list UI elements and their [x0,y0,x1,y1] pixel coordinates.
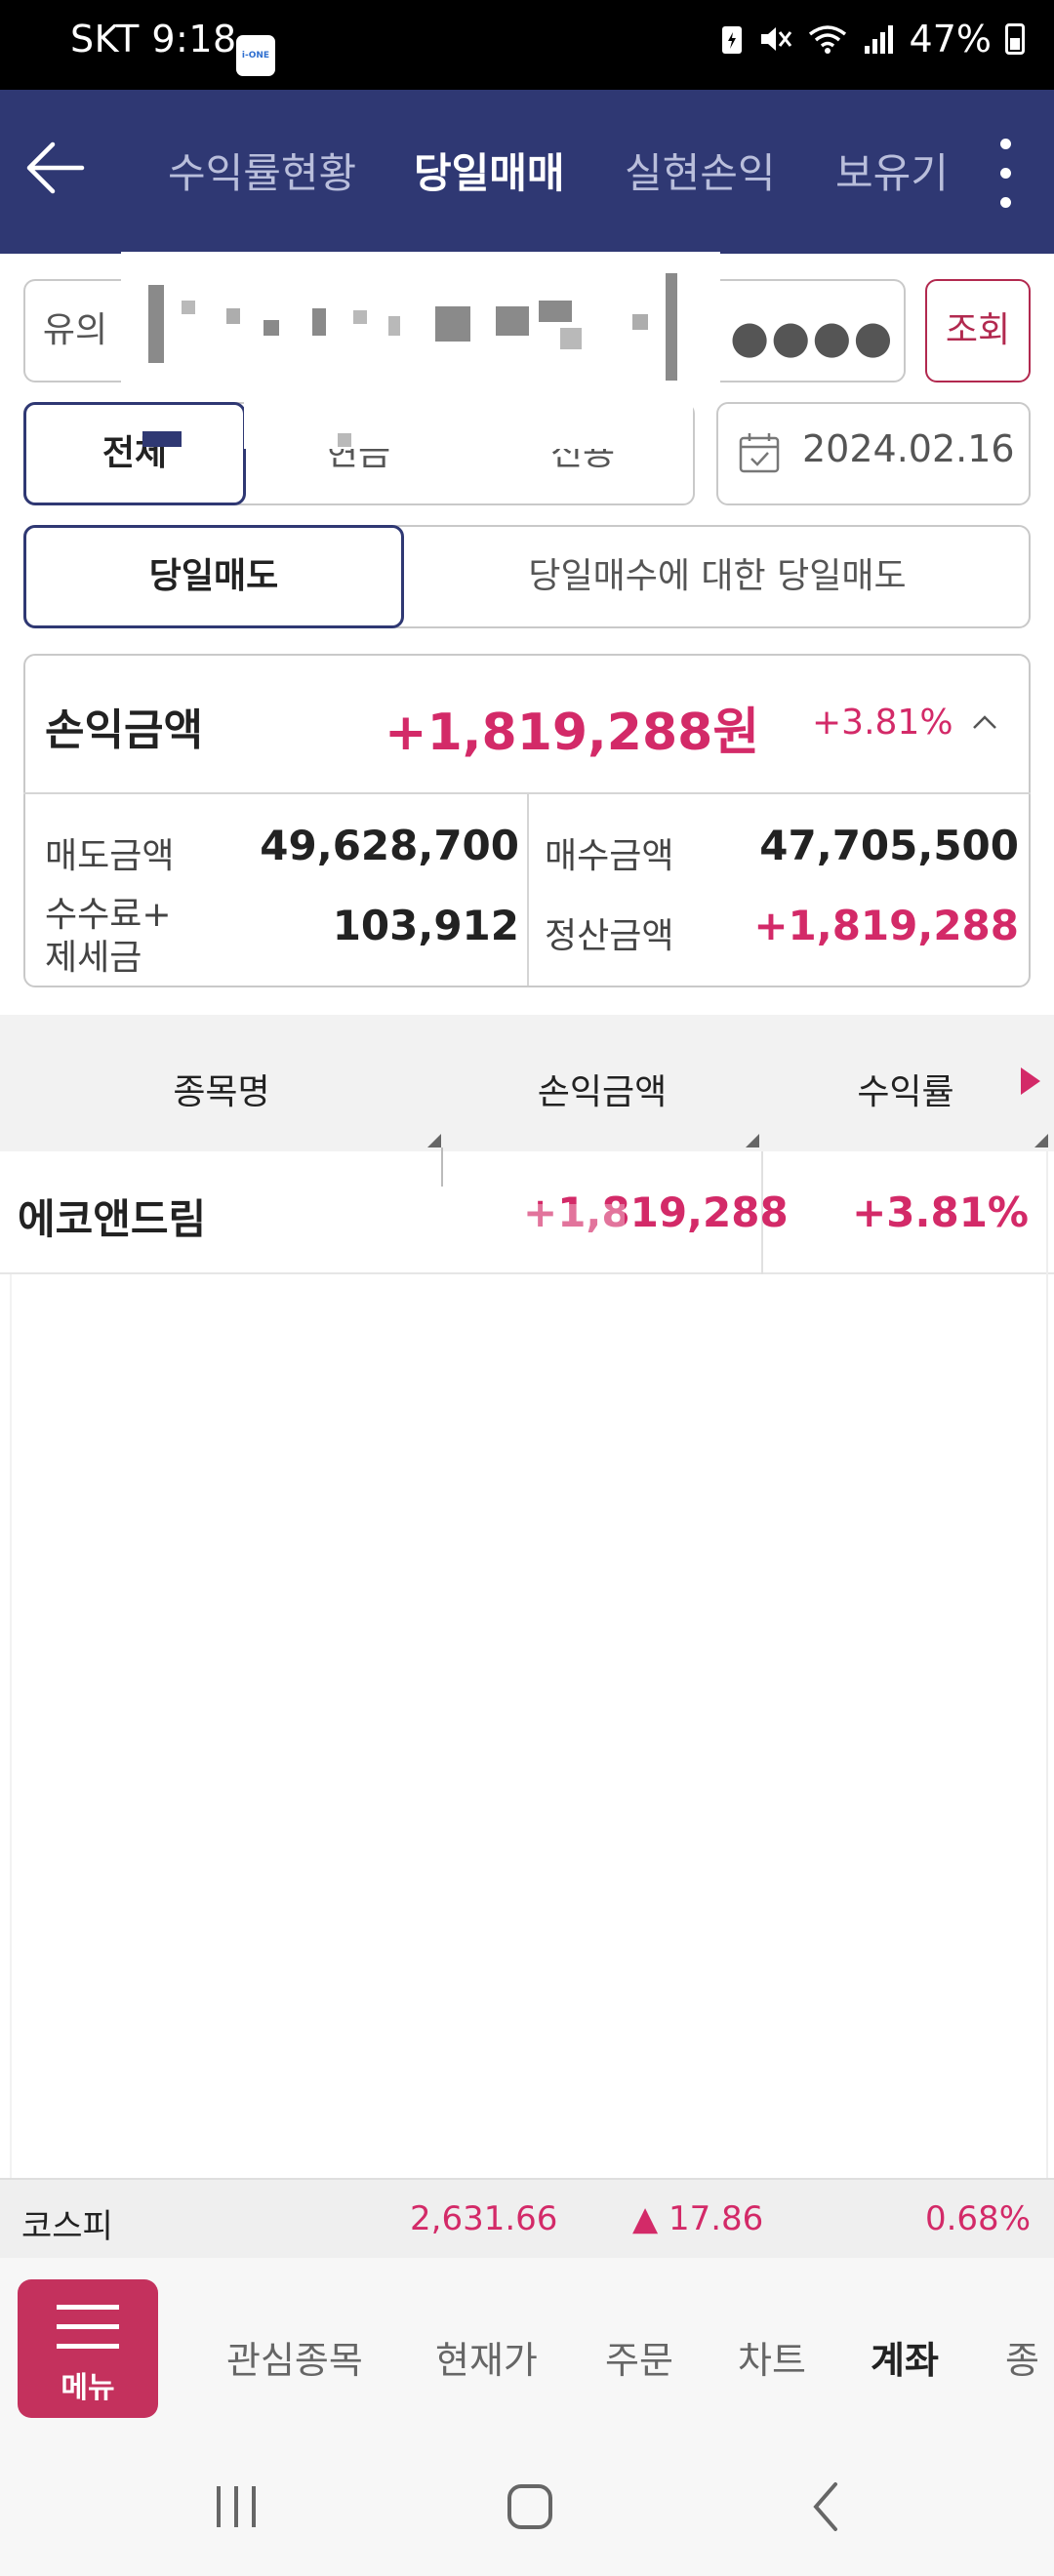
tab-realized-pl[interactable]: 실현손익 [625,141,776,200]
index-change: ▲ 17.86 [632,2199,764,2238]
date-value: 2024.02.16 [802,427,1015,470]
calendar-icon [739,433,780,473]
index-value: 2,631.66 [410,2199,558,2238]
fee-tax-label-line2: 제세금 [45,938,142,978]
resize-handle-icon[interactable] [1034,1134,1048,1147]
card-column-divider [527,794,529,986]
col-stock-name[interactable]: 종목명 [0,1064,443,1114]
settle-amount-value: +1,819,288 [753,902,1019,949]
status-icons: 47% [720,18,1025,60]
index-name: 코스피 [21,2207,113,2246]
buy-amount-value: 47,705,500 [759,822,1019,869]
back-arrow-icon[interactable] [21,129,92,207]
account-number-redacted [121,252,720,398]
col-return-rate[interactable]: 수익률 [761,1064,1050,1114]
resize-handle-icon[interactable] [746,1134,759,1147]
tab-profit-status[interactable]: 수익률현황 [168,141,356,200]
nav-current-price[interactable]: 현재가 [435,2330,538,2384]
system-nav-bar [0,2434,1054,2576]
wifi-icon [808,25,846,54]
scroll-right-icon[interactable] [1021,1067,1040,1095]
nav-account[interactable]: 계좌 [871,2330,939,2384]
status-bar: SKT 9:18 i-ONE 47% [0,0,1054,90]
settle-amount-label: 정산금액 [545,916,674,956]
nav-watchlist[interactable]: 관심종목 [226,2330,363,2384]
pl-percent: +3.81% [812,703,953,743]
sell-amount-value: 49,628,700 [260,822,519,869]
hamburger-icon [57,2305,119,2349]
pl-label: 손익금액 [45,705,203,755]
mute-icon [760,27,791,51]
battery-saver-icon [721,26,742,54]
recent-apps-icon[interactable] [211,2482,262,2531]
fee-tax-value: 103,912 [332,902,519,949]
app-header: 수익률현황 당일매매 실현손익 보유기 [0,90,1054,254]
row-redaction [429,1204,625,1272]
toggle-day-sell-of-day-buy[interactable]: 당일매수에 대한 당일매도 [404,525,1031,628]
toggle-day-sell[interactable]: 당일매도 [23,525,404,628]
more-menu-icon[interactable] [995,139,1015,211]
scroll-track [1046,1151,1048,2178]
sell-amount-label: 매도금액 [45,836,175,876]
menu-button[interactable]: 메뉴 [18,2279,158,2418]
home-icon[interactable] [506,2480,554,2533]
pl-value: +1,819,288원 [385,704,760,762]
buy-amount-label: 매수금액 [545,836,674,876]
segment-all[interactable]: 전체 [23,402,246,505]
left-edge [10,1274,12,2178]
account-type-label[interactable]: 유의 [23,279,125,382]
account-password-field[interactable]: ●●●● [730,310,895,363]
row-return-rate: +3.81% [852,1188,1029,1236]
app-badge-icon: i-ONE [236,35,275,76]
carrier-time: SKT 9:18 [70,18,237,60]
menu-label: 메뉴 [61,2371,115,2405]
battery-icon [1005,23,1025,55]
tab-day-trading[interactable]: 당일매매 [414,141,565,200]
signal-icon [864,25,893,54]
index-percent: 0.68% [924,2199,1031,2238]
tab-holding-period[interactable]: 보유기 [835,141,949,200]
chevron-up-icon[interactable] [972,710,997,736]
back-nav-icon[interactable] [806,2480,845,2533]
row-stock-name: 에코앤드림 [18,1195,207,1243]
col-pl-amount[interactable]: 손익금액 [443,1064,761,1114]
resize-handle-icon[interactable] [427,1134,441,1147]
segment-redaction [142,398,693,449]
nav-order[interactable]: 주문 [605,2330,673,2384]
nav-chart[interactable]: 차트 [738,2330,806,2384]
query-button[interactable]: 조회 [925,279,1031,382]
nav-more-cutoff[interactable]: 종 [1005,2330,1039,2384]
battery-percent: 47% [909,18,992,60]
